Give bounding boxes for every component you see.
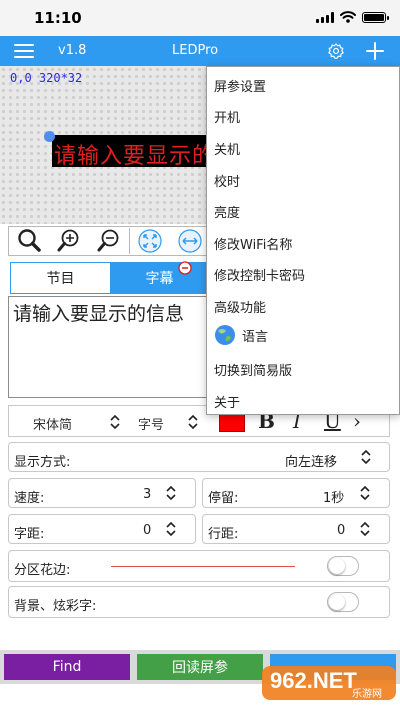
cellular-signal-icon (316, 11, 334, 23)
watermark-logo: 962.NET 乐游网 (262, 666, 396, 700)
border-label: 分区花边: (14, 563, 71, 578)
chevron-updown-icon[interactable] (359, 521, 371, 537)
plus-icon[interactable] (366, 42, 384, 60)
menu-item-label: 校时 (214, 175, 241, 190)
char-spacing-value: 0 (143, 523, 152, 538)
settings-dropdown-menu: 屏参设置 开机 关机 校时 亮度 修改WiFi名称 修改控制卡密码 高级功能 语… (206, 66, 400, 415)
background-label: 背景、炫彩字: (14, 599, 97, 614)
app-bar: v1.8 LEDPro (0, 36, 400, 66)
menu-item-label: 亮度 (214, 206, 241, 221)
font-size-select[interactable]: 字号 (138, 414, 164, 433)
menu-item-advanced[interactable]: 高级功能 (214, 297, 266, 316)
status-bar: 11:10 (0, 0, 400, 36)
chevron-updown-icon[interactable] (359, 485, 371, 501)
zoom-fit-icon[interactable] (9, 227, 49, 255)
menu-item-power-off[interactable]: 关机 (214, 139, 240, 158)
display-mode-label: 显示方式: (14, 455, 71, 470)
subtitle-text-input[interactable]: 请输入要显示的信息 (8, 296, 212, 398)
watermark-text: 962.NET (270, 668, 357, 693)
font-family-select[interactable]: 宋体简 (33, 414, 72, 433)
text-color-swatch[interactable] (219, 414, 245, 432)
find-button[interactable]: Find (4, 654, 130, 680)
zoom-toolbar (8, 226, 218, 256)
border-toggle[interactable] (327, 556, 359, 576)
line-spacing-label: 行距: (208, 527, 239, 542)
expand-icon[interactable] (130, 227, 170, 255)
menu-item-screen-params[interactable]: 屏参设置 (214, 76, 266, 95)
globe-icon (215, 325, 235, 345)
status-icons (316, 11, 389, 23)
menu-item-label: 语言 (242, 329, 269, 345)
menu-item-label: 关机 (214, 143, 241, 158)
coordinate-readout: 0,0 320*32 (10, 71, 83, 85)
hamburger-menu-icon[interactable] (14, 44, 34, 58)
chevron-updown-icon[interactable] (165, 485, 177, 501)
stay-label: 停留: (208, 491, 239, 506)
char-spacing-field[interactable]: 字距: 0 (8, 514, 196, 544)
readback-button[interactable]: 回读屏参 (137, 654, 263, 680)
zoom-in-icon[interactable] (49, 227, 89, 255)
menu-item-power-on[interactable]: 开机 (214, 107, 240, 126)
menu-item-about[interactable]: 关于 (214, 392, 240, 411)
stay-value: 1秒 (323, 491, 345, 506)
border-field: 分区花边: (8, 550, 390, 582)
chevron-updown-icon[interactable] (187, 414, 199, 430)
menu-item-sync-time[interactable]: 校时 (214, 171, 240, 190)
menu-item-label: 高级功能 (214, 301, 267, 316)
app-title: LEDPro (172, 43, 219, 58)
tab-program[interactable]: 节目 (11, 263, 110, 293)
status-time: 11:10 (34, 9, 82, 27)
char-spacing-label: 字距: (14, 527, 45, 542)
menu-item-simple-mode[interactable]: 切换到简易版 (214, 360, 292, 379)
menu-item-label: 修改WiFi名称 (214, 238, 293, 253)
led-text: 请输入要显示的信息 (54, 144, 208, 167)
line-spacing-value: 0 (337, 523, 346, 538)
resize-handle[interactable] (44, 131, 55, 142)
menu-item-language[interactable]: 语言 (214, 324, 268, 346)
chevron-updown-icon[interactable] (165, 521, 177, 537)
speed-field[interactable]: 速度: 3 (8, 478, 196, 508)
line-spacing-field[interactable]: 行距: 0 (202, 514, 390, 544)
chevron-updown-icon[interactable] (109, 414, 121, 430)
menu-item-wifi-name[interactable]: 修改WiFi名称 (214, 234, 292, 253)
menu-item-label: 开机 (214, 111, 241, 126)
border-preview-line (111, 566, 295, 567)
app-version: v1.8 (58, 43, 87, 58)
watermark-subtext: 乐游网 (352, 687, 382, 700)
display-mode-field[interactable]: 显示方式: 向左连移 (8, 442, 390, 472)
menu-item-label: 切换到简易版 (214, 364, 293, 379)
wifi-icon (340, 11, 356, 23)
menu-item-controller-password[interactable]: 修改控制卡密码 (214, 265, 305, 284)
stay-field[interactable]: 停留: 1秒 (202, 478, 390, 508)
led-text-region[interactable]: 请输入要显示的信息 (52, 135, 208, 167)
background-toggle[interactable] (327, 592, 359, 612)
menu-item-label: 关于 (214, 396, 241, 411)
horizontal-arrows-icon[interactable] (170, 227, 210, 255)
speed-label: 速度: (14, 491, 45, 506)
zoom-out-icon[interactable] (89, 227, 129, 255)
gear-icon[interactable] (327, 42, 345, 60)
chevron-updown-icon[interactable] (360, 449, 372, 465)
tab-subtitle[interactable]: 字幕 (110, 263, 209, 293)
speed-value: 3 (143, 487, 152, 502)
remove-icon[interactable] (178, 261, 192, 275)
display-mode-value: 向左连移 (285, 455, 338, 470)
background-field: 背景、炫彩字: (8, 586, 390, 618)
menu-item-label: 屏参设置 (214, 80, 267, 95)
menu-item-brightness[interactable]: 亮度 (214, 202, 240, 221)
battery-icon (362, 11, 389, 23)
menu-item-label: 修改控制卡密码 (214, 269, 306, 284)
